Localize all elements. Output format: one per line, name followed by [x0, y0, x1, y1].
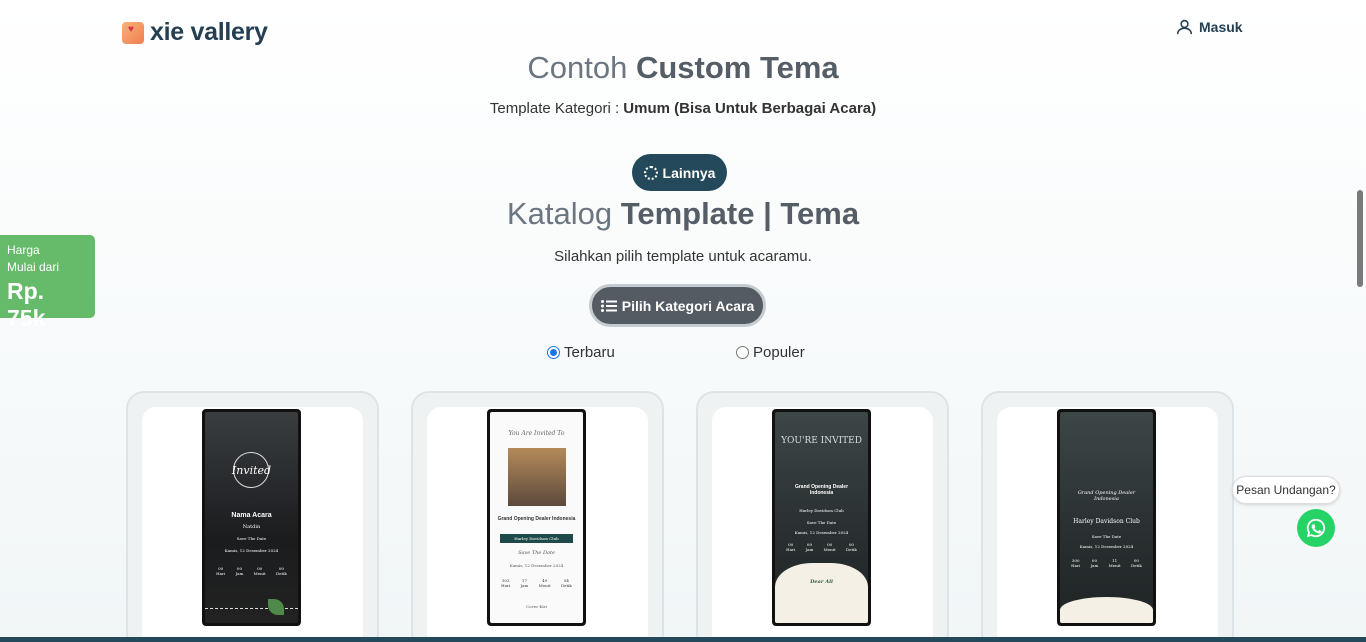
- preview-footer-panel: [1060, 597, 1153, 623]
- brand-logo[interactable]: xie vallery: [122, 18, 268, 47]
- count-label-hours: Jam: [520, 583, 529, 588]
- catalog-title-light: Katalog: [506, 196, 621, 231]
- count-label-hours: Jam: [1090, 563, 1099, 568]
- template-card[interactable]: YOU'RE INVITED Grand Opening Dealer Indo…: [696, 391, 949, 642]
- whatsapp-icon: [1306, 518, 1326, 538]
- login-link[interactable]: Masuk: [1176, 18, 1243, 35]
- preview-date: Kamis, 12 Desember 2024: [509, 563, 564, 568]
- catalog-title-bold: Template | Tema: [620, 196, 860, 231]
- preview-photo: [508, 448, 566, 506]
- preview-event-name: Harley Davidson Club: [1073, 518, 1140, 525]
- more-button[interactable]: Lainnya: [632, 154, 727, 191]
- preview-headline: YOU'RE INVITED: [781, 436, 862, 446]
- template-card-body: Invited Nama Acara Natdin Save The Date …: [142, 407, 363, 642]
- preview-headline: You Are Invited To: [508, 430, 565, 437]
- count-label-seconds: Detik: [1130, 563, 1142, 568]
- custom-theme-title: Contoh Custom Tema: [0, 50, 1366, 86]
- sort-newest-label: Terbaru: [564, 344, 615, 361]
- phone-preview[interactable]: YOU'RE INVITED Grand Opening Dealer Indo…: [772, 409, 871, 626]
- count-label-minutes: Menit: [823, 547, 836, 552]
- preview-headline: Invited: [231, 464, 272, 477]
- template-card-body: Grand Opening Dealer Indonesia Harley Da…: [997, 407, 1218, 642]
- whatsapp-tooltip: Pesan Undangan?: [1232, 476, 1340, 504]
- template-preview-screen: You Are Invited To Grand Opening Dealer …: [490, 412, 583, 623]
- radio-newest[interactable]: [547, 346, 560, 359]
- preview-save-date: Save The Date: [236, 536, 267, 541]
- count-label-seconds: Detik: [275, 571, 287, 576]
- catalog-subtitle: Silahkan pilih template untuk acaramu.: [554, 248, 812, 265]
- preview-save-date: Save The Date: [806, 520, 837, 525]
- user-icon: [1176, 19, 1193, 35]
- count-label-minutes: Menit: [253, 571, 266, 576]
- count-label-hours: Jam: [805, 547, 814, 552]
- countdown: 00 Hari 00 Jam 00 Menit 00 Detik: [781, 542, 862, 552]
- count-label-days: Hari: [216, 571, 226, 576]
- price-badge-line1: Harga: [7, 243, 40, 257]
- title-bold-text: Custom Tema: [635, 50, 839, 85]
- preview-headline: Grand Opening Dealer Indonesia: [1077, 490, 1136, 502]
- category-value: Umum (Bisa Untuk Berbagai Acara): [623, 100, 877, 117]
- envelope-heart-icon: [122, 21, 144, 44]
- loading-spinner-icon: [643, 165, 658, 180]
- sort-newest-option[interactable]: Terbaru: [547, 344, 615, 361]
- count-label-seconds: Detik: [845, 547, 857, 552]
- leaf-icon: [268, 599, 284, 615]
- catalog-title: Katalog Template | Tema: [0, 196, 1366, 232]
- sort-popular-label: Populer: [753, 344, 805, 361]
- preview-subtitle-banner: Harley Davidson Club: [500, 534, 573, 543]
- price-badge-amount: Rp. 75k: [7, 278, 46, 331]
- preview-date: Kamis, 12 Desember 2024: [794, 530, 849, 535]
- template-preview-screen: Invited Nama Acara Natdin Save The Date …: [205, 412, 298, 623]
- divider: [205, 608, 298, 609]
- preview-save-date: Save The Date: [1091, 534, 1122, 539]
- preview-event-name: Nama Acara: [231, 512, 272, 519]
- count-label-minutes: Menit: [538, 583, 551, 588]
- countdown: 00 Hari 00 Jam 00 Menit 00 Detik: [211, 566, 292, 576]
- phone-preview[interactable]: Invited Nama Acara Natdin Save The Date …: [202, 409, 301, 626]
- title-light-text: Contoh: [527, 50, 636, 85]
- template-category-line: Template Kategori : Umum (Bisa Untuk Ber…: [0, 100, 1366, 117]
- choose-category-label: Pilih Kategori Acara: [621, 297, 755, 314]
- brand-name: xie vallery: [150, 18, 268, 46]
- more-button-label: Lainnya: [662, 164, 716, 181]
- template-card-body: YOU'RE INVITED Grand Opening Dealer Indo…: [712, 407, 933, 642]
- bottom-strip: [0, 637, 1366, 642]
- template-card[interactable]: Invited Nama Acara Natdin Save The Date …: [126, 391, 379, 642]
- sort-popular-option[interactable]: Populer: [736, 344, 805, 361]
- preview-date: Kamis, 12 Desember 2024: [1079, 544, 1134, 549]
- template-card[interactable]: Grand Opening Dealer Indonesia Harley Da…: [981, 391, 1234, 642]
- whatsapp-button[interactable]: [1297, 509, 1335, 547]
- radio-popular[interactable]: [736, 346, 749, 359]
- preview-subtitle: Harley Davidson Club: [799, 508, 844, 513]
- phone-preview[interactable]: Grand Opening Dealer Indonesia Harley Da…: [1057, 409, 1156, 626]
- count-label-days: Hari: [501, 583, 511, 588]
- price-badge-line2: Mulai dari: [7, 260, 60, 274]
- preview-footer-panel: [775, 563, 868, 623]
- countdown: 300 Hari 00 Jam 11 Menit 00 Detik: [1066, 558, 1147, 568]
- login-label: Masuk: [1199, 18, 1243, 35]
- preview-date: Kamis, 12 Desember 2024: [224, 548, 279, 553]
- template-card-body: You Are Invited To Grand Opening Dealer …: [427, 407, 648, 642]
- count-label-hours: Jam: [235, 571, 244, 576]
- preview-event-name: Grand Opening Dealer Indonesia: [794, 484, 849, 496]
- template-preview-screen: YOU'RE INVITED Grand Opening Dealer Indo…: [775, 412, 868, 623]
- preview-cover-button: Cover Kiri: [526, 604, 547, 609]
- countdown: 303 Hari 17 Jam 49 Menit 04 Detik: [496, 578, 577, 588]
- phone-preview[interactable]: You Are Invited To Grand Opening Dealer …: [487, 409, 586, 626]
- preview-event-name: Grand Opening Dealer Indonesia: [497, 516, 576, 522]
- page-scrollbar[interactable]: [1357, 190, 1363, 287]
- count-label-seconds: Detik: [560, 583, 572, 588]
- list-icon: [600, 299, 617, 312]
- preview-footer-heading: Dear All: [810, 579, 833, 585]
- count-label-days: Hari: [786, 547, 796, 552]
- preview-save-date: Save The Date: [518, 550, 555, 556]
- choose-category-button[interactable]: Pilih Kategori Acara: [589, 284, 766, 327]
- template-preview-screen: Grand Opening Dealer Indonesia Harley Da…: [1060, 412, 1153, 623]
- price-badge[interactable]: Harga Mulai dari Rp. 75k: [0, 235, 95, 331]
- category-prefix: Template Kategori :: [489, 100, 624, 117]
- count-label-days: Hari: [1071, 563, 1081, 568]
- preview-subtitle: Natdin: [242, 524, 261, 530]
- count-label-minutes: Menit: [1108, 563, 1121, 568]
- template-card[interactable]: You Are Invited To Grand Opening Dealer …: [411, 391, 664, 642]
